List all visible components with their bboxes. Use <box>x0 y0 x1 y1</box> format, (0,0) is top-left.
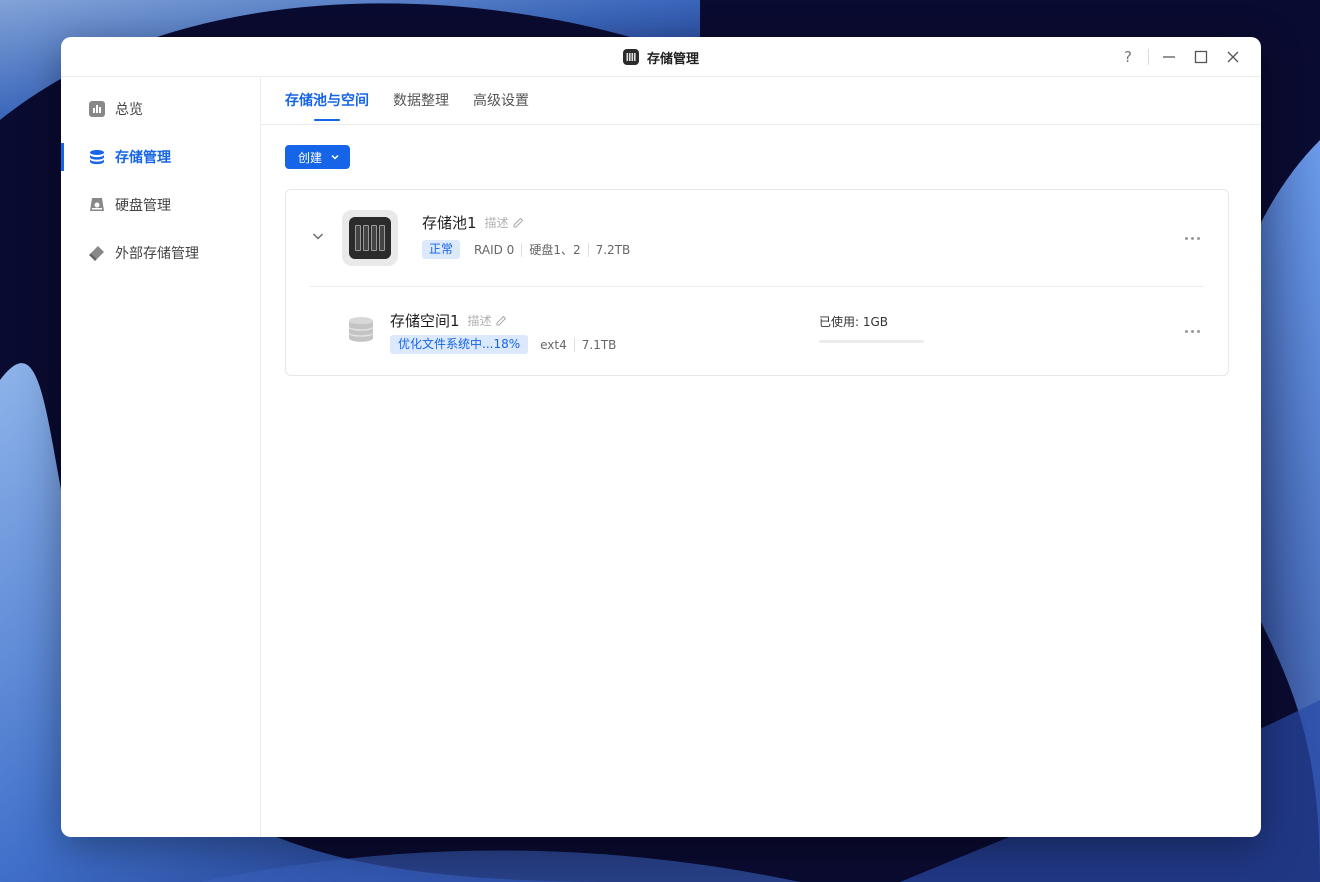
chart-icon <box>89 101 105 117</box>
minimize-button[interactable] <box>1153 37 1185 77</box>
sidebar-item-external[interactable]: 外部存储管理 <box>61 229 260 277</box>
volume-title-row: 存储空间1 描述 <box>390 310 507 331</box>
more-dot <box>1190 329 1194 333</box>
sidebar-item-overview[interactable]: 总览 <box>61 85 260 133</box>
database-icon <box>89 149 105 165</box>
storage-app-icon <box>622 49 639 65</box>
controls-divider <box>1148 49 1149 65</box>
pencil-icon <box>513 217 523 228</box>
volume-description-label: 描述 <box>467 314 492 328</box>
pool-meta-row: 正常 RAID 0 硬盘1、2 7.2TB <box>422 240 637 259</box>
chevron-down-icon <box>331 154 339 160</box>
window-controls: ? <box>1112 37 1249 77</box>
help-icon: ? <box>1124 48 1132 66</box>
volume-description-edit[interactable]: 描述 <box>468 312 507 329</box>
main-content: 存储池与空间 数据整理 高级设置 创建 存储池1 描述 正常 RAID 0 硬盘… <box>261 77 1261 837</box>
volume-status-badge: 优化文件系统中...18% <box>390 335 529 354</box>
create-button-label: 创建 <box>298 150 323 165</box>
pool-name: 存储池1 <box>422 214 477 232</box>
storage-manager-window: 存储管理 ? 总览 存储管理 硬盘管理 外部存储管理 存储池与空间 数据整理 高… <box>61 37 1261 837</box>
tab-data-defrag[interactable]: 数据整理 <box>393 76 449 124</box>
bay-icon <box>379 225 385 251</box>
sidebar: 总览 存储管理 硬盘管理 外部存储管理 <box>61 77 261 837</box>
close-icon <box>1227 51 1239 63</box>
volume-usage-bar <box>819 340 924 343</box>
pool-disks: 硬盘1、2 <box>521 242 587 257</box>
window-title-group: 存储管理 <box>61 37 1261 77</box>
window-title: 存储管理 <box>646 51 699 67</box>
sidebar-item-label: 存储管理 <box>115 150 171 166</box>
more-dot <box>1196 329 1200 333</box>
pool-description-edit[interactable]: 描述 <box>485 214 524 231</box>
minimize-icon <box>1163 56 1175 58</box>
maximize-button[interactable] <box>1185 37 1217 77</box>
bay-icon <box>355 225 361 251</box>
chevron-down-icon <box>313 233 323 240</box>
pool-title-row: 存储池1 描述 <box>422 212 524 233</box>
create-button[interactable]: 创建 <box>285 145 351 169</box>
volume-size: 7.1TB <box>573 337 624 352</box>
pool-description-label: 描述 <box>484 216 509 230</box>
volume-icon <box>348 316 374 344</box>
sidebar-item-label: 外部存储管理 <box>115 246 199 262</box>
volume-usage-label: 已使用: 1GB <box>819 315 889 329</box>
tab-advanced-settings[interactable]: 高级设置 <box>473 76 529 124</box>
volume-more-button[interactable] <box>1180 323 1204 339</box>
more-dot <box>1184 329 1188 333</box>
usb-icon <box>89 245 105 261</box>
tab-pools-and-volumes[interactable]: 存储池与空间 <box>285 76 369 124</box>
tab-bar: 存储池与空间 数据整理 高级设置 <box>261 77 1261 125</box>
bay-icon <box>371 225 377 251</box>
volume-name: 存储空间1 <box>390 312 460 330</box>
sidebar-item-storage[interactable]: 存储管理 <box>61 133 260 181</box>
storage-pool-card: 存储池1 描述 正常 RAID 0 硬盘1、2 7.2TB 存储空间1 描述 优… <box>285 189 1229 376</box>
bay-icon <box>363 225 369 251</box>
more-dot <box>1196 236 1200 240</box>
nas-bays-icon <box>349 217 391 259</box>
close-button[interactable] <box>1217 37 1249 77</box>
volume-meta-row: 优化文件系统中...18% ext4 7.1TB <box>390 335 623 354</box>
status-badge: 正常 <box>422 240 461 259</box>
pool-raid: RAID 0 <box>474 242 515 257</box>
pool-size: 7.2TB <box>587 242 638 257</box>
card-divider <box>310 286 1204 287</box>
sidebar-item-disks[interactable]: 硬盘管理 <box>61 181 260 229</box>
maximize-icon <box>1194 50 1208 64</box>
pencil-icon <box>496 315 506 326</box>
sidebar-item-label: 硬盘管理 <box>115 198 171 214</box>
more-dot <box>1190 236 1194 240</box>
collapse-pool-button[interactable] <box>310 228 326 244</box>
pool-more-button[interactable] <box>1180 230 1204 246</box>
sidebar-item-label: 总览 <box>115 102 143 118</box>
volume-fs: ext4 <box>540 337 567 352</box>
storage-pool-icon <box>342 210 398 266</box>
help-button[interactable]: ? <box>1112 37 1144 77</box>
title-bar[interactable]: 存储管理 ? <box>61 37 1261 77</box>
more-dot <box>1184 236 1188 240</box>
disk-icon <box>89 197 105 213</box>
